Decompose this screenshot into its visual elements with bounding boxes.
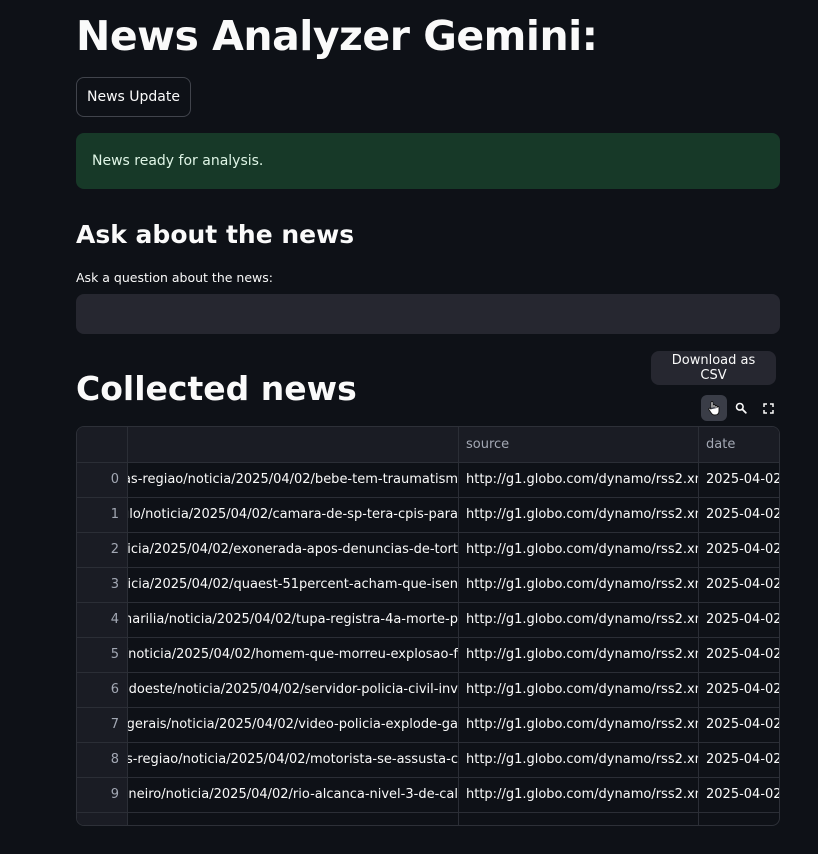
link-cell[interactable]: rana/noticia/2025/04/02/homem-que-morreu… (128, 638, 459, 672)
header-date[interactable]: date (699, 427, 779, 462)
row-index: 8 (77, 743, 128, 777)
link-cell[interactable]: ste-sudoeste/noticia/2025/04/02/servidor… (128, 673, 459, 707)
source-cell[interactable]: http://g1.globo.com/dynamo/rss2.xml (459, 778, 699, 812)
date-cell[interactable]: 2025-04-02 (699, 778, 779, 812)
row-index: 4 (77, 603, 128, 637)
row-index-partial (77, 813, 128, 825)
date-cell[interactable]: 2025-04-02 (699, 463, 779, 497)
link-text: mpinas-regiao/noticia/2025/04/02/motoris… (128, 752, 458, 767)
date-cell[interactable]: 2025-04-02 (699, 603, 779, 637)
ask-section-header: Ask about the news (76, 220, 355, 249)
link-cell[interactable]: o-paulo/noticia/2025/04/02/camara-de-sp-… (128, 498, 459, 532)
source-cell[interactable]: http://g1.globo.com/dynamo/rss2.xml (459, 463, 699, 497)
link-text: de-janeiro/noticia/2025/04/02/rio-alcanc… (128, 787, 458, 802)
date-cell[interactable]: 2025-04-02 (699, 498, 779, 532)
row-index: 9 (77, 778, 128, 812)
link-text: ca/noticia/2025/04/02/quaest-51percent-a… (128, 577, 458, 592)
search-icon[interactable] (728, 395, 754, 421)
question-label: Ask a question about the news: (76, 270, 273, 285)
table-row[interactable]: 3 ca/noticia/2025/04/02/quaest-51percent… (77, 568, 779, 603)
link-cell[interactable]: ninas-gerais/noticia/2025/04/02/video-po… (128, 708, 459, 742)
source-cell[interactable]: http://g1.globo.com/dynamo/rss2.xml (459, 498, 699, 532)
link-text: ninas-gerais/noticia/2025/04/02/video-po… (128, 717, 458, 732)
table-row[interactable]: 4 uru-marilia/noticia/2025/04/02/tupa-re… (77, 603, 779, 638)
row-index: 0 (77, 463, 128, 497)
collected-news-header: Collected news (76, 369, 357, 408)
header-index[interactable] (77, 427, 128, 462)
link-text: re/noticia/2025/04/02/exonerada-apos-den… (128, 542, 458, 557)
fullscreen-icon[interactable] (755, 395, 781, 421)
link-cell[interactable]: mpinas-regiao/noticia/2025/04/02/bebe-te… (128, 463, 459, 497)
source-cell-partial (459, 813, 699, 825)
table-row-partial (77, 813, 779, 825)
link-cell[interactable]: uru-marilia/noticia/2025/04/02/tupa-regi… (128, 603, 459, 637)
link-cell[interactable]: re/noticia/2025/04/02/exonerada-apos-den… (128, 533, 459, 567)
table-row[interactable]: 1 o-paulo/noticia/2025/04/02/camara-de-s… (77, 498, 779, 533)
row-index: 6 (77, 673, 128, 707)
table-row[interactable]: 2 re/noticia/2025/04/02/exonerada-apos-d… (77, 533, 779, 568)
link-text: o-paulo/noticia/2025/04/02/camara-de-sp-… (128, 507, 458, 522)
table-header-row: source date (77, 427, 779, 463)
date-cell[interactable]: 2025-04-02 (699, 533, 779, 567)
source-cell[interactable]: http://g1.globo.com/dynamo/rss2.xml (459, 603, 699, 637)
header-link[interactable] (128, 427, 459, 462)
source-cell[interactable]: http://g1.globo.com/dynamo/rss2.xml (459, 533, 699, 567)
date-cell[interactable]: 2025-04-02 (699, 638, 779, 672)
row-index: 1 (77, 498, 128, 532)
table-row[interactable]: 8 mpinas-regiao/noticia/2025/04/02/motor… (77, 743, 779, 778)
table-row[interactable]: 5 rana/noticia/2025/04/02/homem-que-morr… (77, 638, 779, 673)
success-alert: News ready for analysis. (76, 133, 780, 189)
link-text: uru-marilia/noticia/2025/04/02/tupa-regi… (128, 612, 458, 627)
table-row[interactable]: 0 mpinas-regiao/noticia/2025/04/02/bebe-… (77, 463, 779, 498)
success-alert-text: News ready for analysis. (92, 153, 264, 169)
row-index: 7 (77, 708, 128, 742)
source-cell[interactable]: http://g1.globo.com/dynamo/rss2.xml (459, 568, 699, 602)
source-cell[interactable]: http://g1.globo.com/dynamo/rss2.xml (459, 673, 699, 707)
link-cell[interactable]: de-janeiro/noticia/2025/04/02/rio-alcanc… (128, 778, 459, 812)
table-row[interactable]: 6 ste-sudoeste/noticia/2025/04/02/servid… (77, 673, 779, 708)
link-text: ste-sudoeste/noticia/2025/04/02/servidor… (128, 682, 458, 697)
source-cell[interactable]: http://g1.globo.com/dynamo/rss2.xml (459, 638, 699, 672)
row-index: 5 (77, 638, 128, 672)
date-cell[interactable]: 2025-04-02 (699, 743, 779, 777)
row-index: 2 (77, 533, 128, 567)
link-text: rana/noticia/2025/04/02/homem-que-morreu… (128, 647, 458, 662)
header-source[interactable]: source (459, 427, 699, 462)
table-row[interactable]: 7 ninas-gerais/noticia/2025/04/02/video-… (77, 708, 779, 743)
table-row[interactable]: 9 de-janeiro/noticia/2025/04/02/rio-alca… (77, 778, 779, 813)
date-cell[interactable]: 2025-04-02 (699, 673, 779, 707)
dataframe-toolbar (701, 395, 781, 421)
date-cell-partial (699, 813, 779, 825)
link-cell-partial (128, 813, 459, 825)
date-cell[interactable]: 2025-04-02 (699, 568, 779, 602)
source-cell[interactable]: http://g1.globo.com/dynamo/rss2.xml (459, 743, 699, 777)
news-dataframe[interactable]: source date 0 mpinas-regiao/noticia/2025… (76, 426, 780, 826)
page-title: News Analyzer Gemini: (76, 12, 598, 60)
question-input[interactable] (76, 294, 780, 334)
news-update-button[interactable]: News Update (76, 77, 191, 117)
download-csv-button[interactable]: Download as CSV (651, 351, 776, 385)
date-cell[interactable]: 2025-04-02 (699, 708, 779, 742)
row-index: 3 (77, 568, 128, 602)
link-cell[interactable]: ca/noticia/2025/04/02/quaest-51percent-a… (128, 568, 459, 602)
link-cell[interactable]: mpinas-regiao/noticia/2025/04/02/motoris… (128, 743, 459, 777)
source-cell[interactable]: http://g1.globo.com/dynamo/rss2.xml (459, 708, 699, 742)
link-text: mpinas-regiao/noticia/2025/04/02/bebe-te… (128, 472, 458, 487)
pointer-icon[interactable] (701, 395, 727, 421)
